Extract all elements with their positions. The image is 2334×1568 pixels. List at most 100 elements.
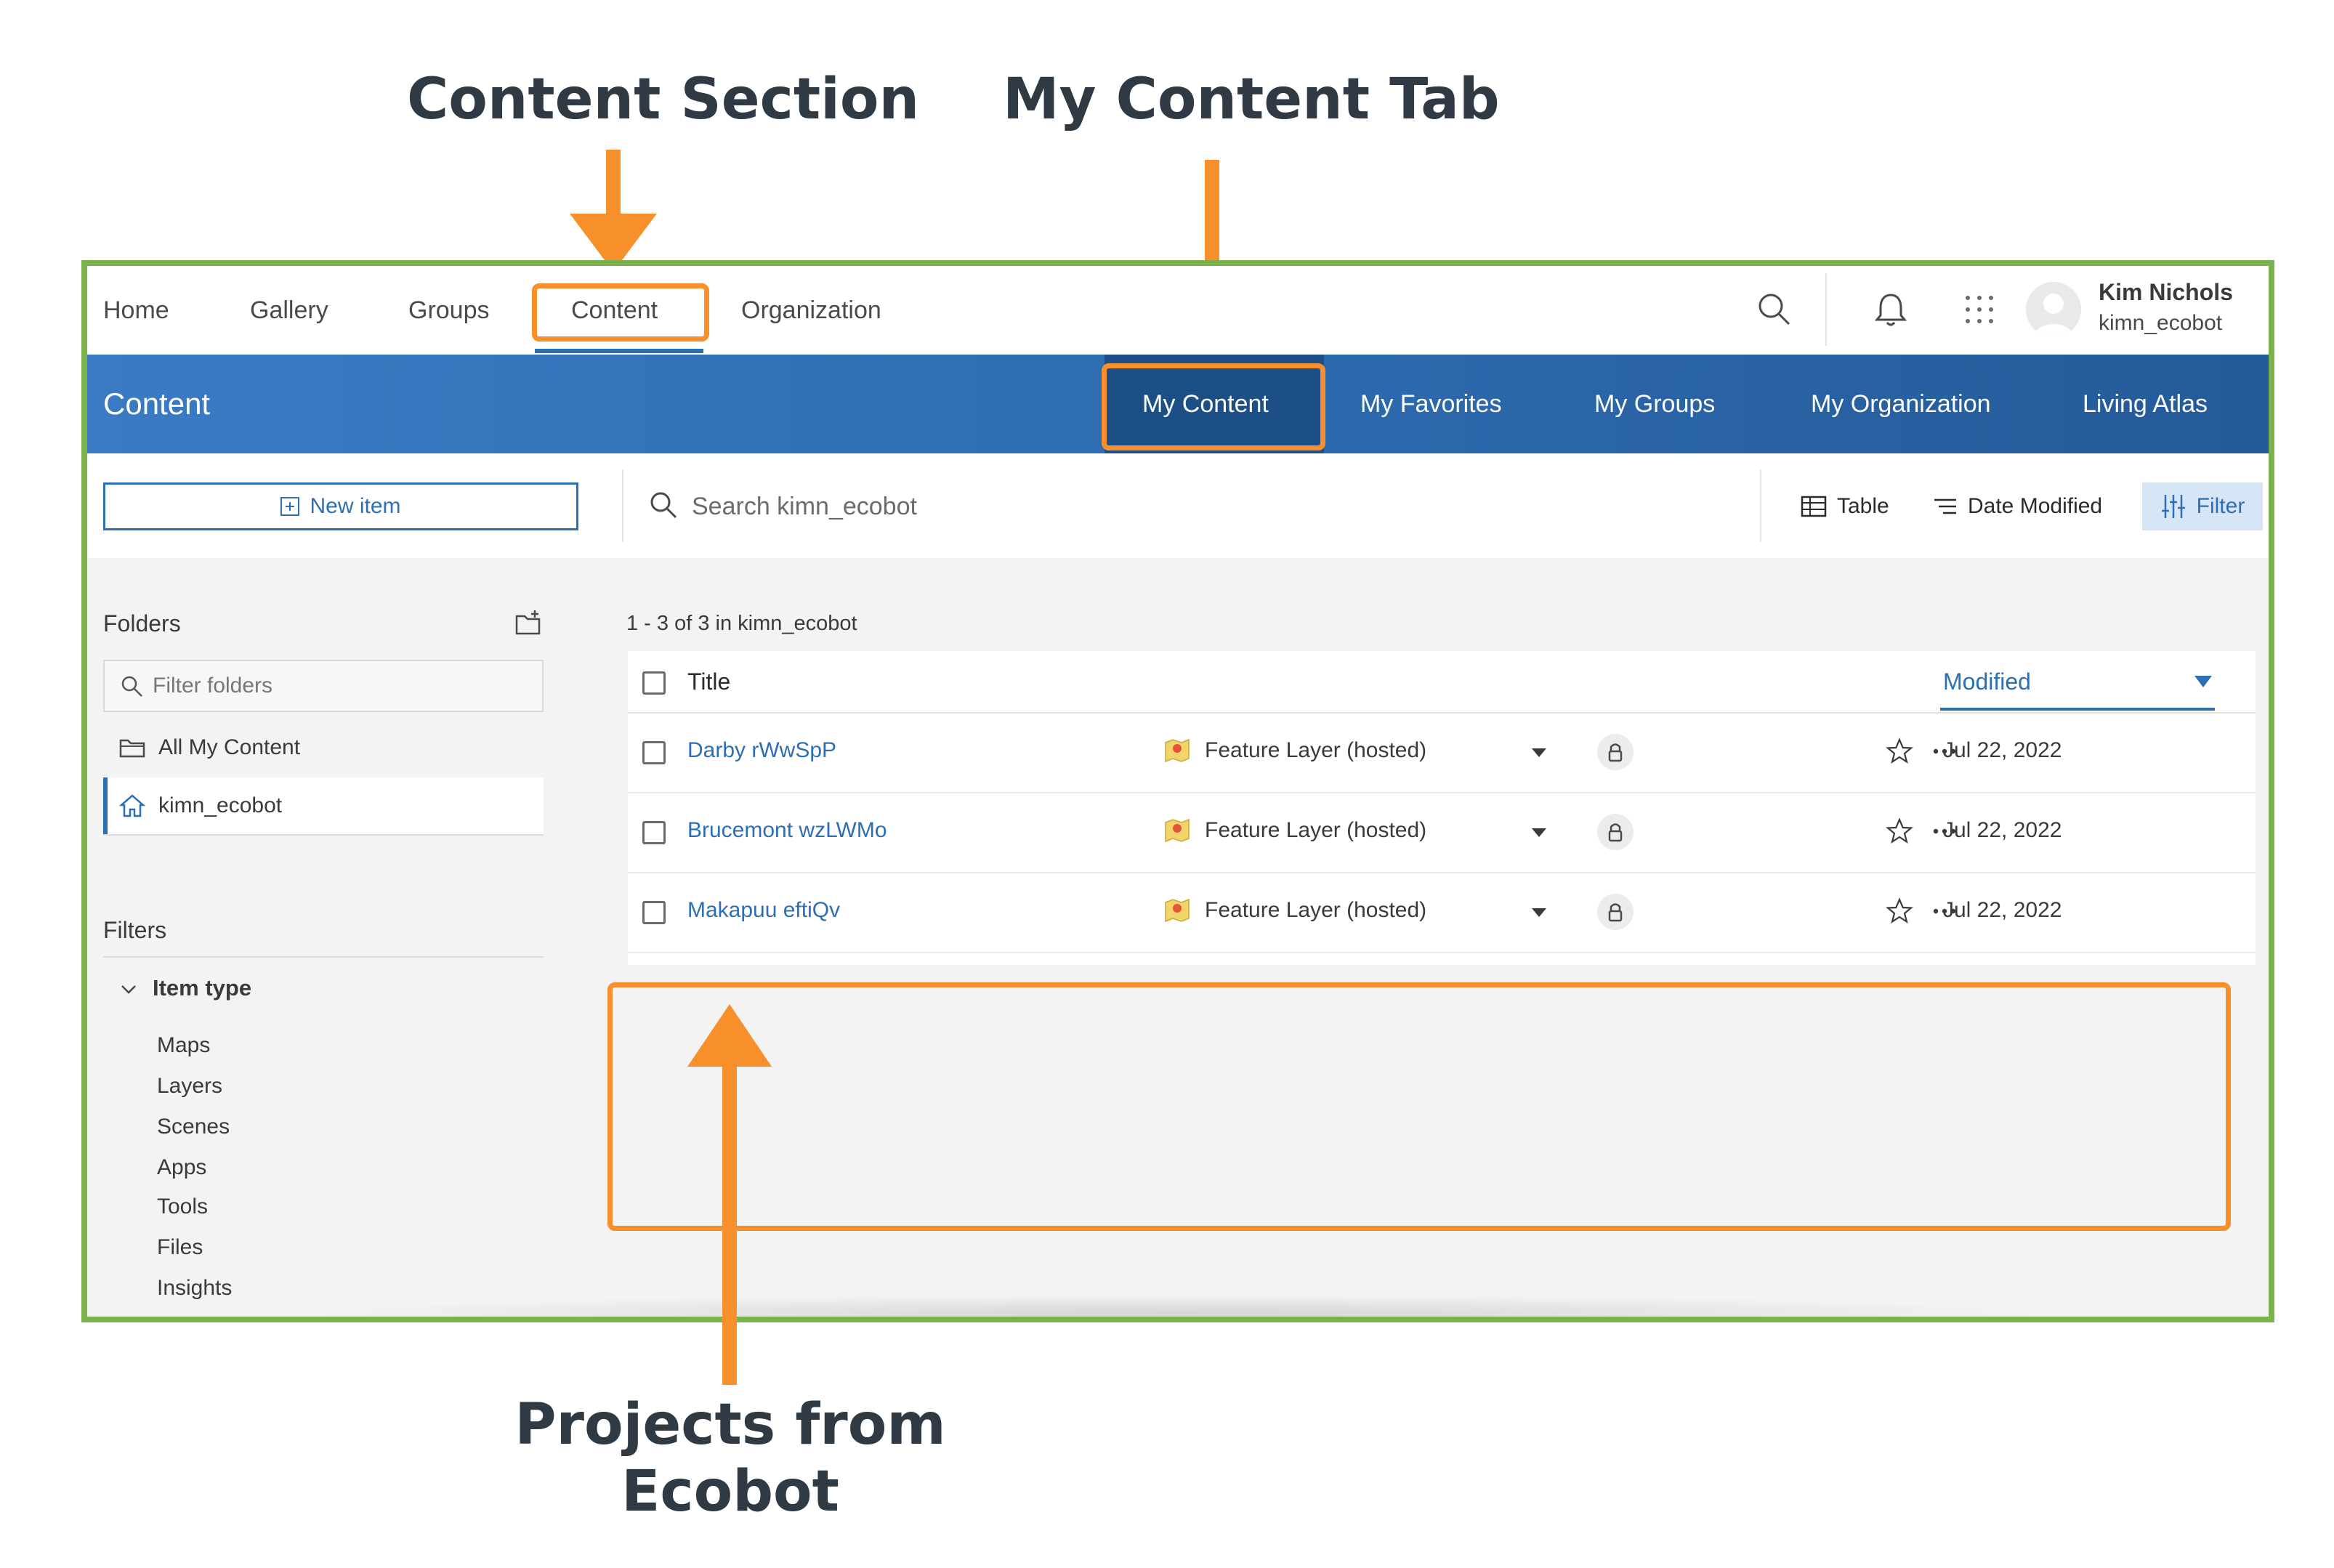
tab-living-atlas[interactable]: Living Atlas: [2083, 355, 2208, 453]
nav-groups[interactable]: Groups: [408, 266, 490, 355]
item-type-label: Feature Layer (hosted): [1205, 738, 1427, 762]
item-type-tools[interactable]: Tools: [157, 1195, 208, 1219]
annotation-my-content-tab: My Content Tab: [1003, 67, 1500, 132]
search-icon: [650, 492, 677, 519]
folder-icon: [119, 739, 145, 758]
search-icon[interactable]: [1753, 288, 1796, 331]
plus-icon: [280, 497, 300, 516]
home-folder-icon: [119, 794, 145, 817]
row-checkbox[interactable]: [642, 821, 666, 844]
annotation-projects-line1: Projects from: [514, 1392, 946, 1458]
table-header: Title Modified: [628, 651, 2256, 714]
notifications-bell-icon[interactable]: [1869, 288, 1913, 331]
add-folder-icon[interactable]: [514, 609, 544, 637]
search-icon: [121, 676, 142, 697]
toolbar-divider-left: [622, 469, 623, 542]
feature-layer-icon: [1165, 738, 1190, 763]
sort-button[interactable]: Date Modified: [1933, 482, 2102, 530]
item-type-dropdown-icon[interactable]: [1532, 828, 1546, 837]
sort-icon: [1934, 498, 1956, 514]
projects-rows-highlight: [607, 982, 2231, 1231]
top-navigation: Home Gallery Groups Content Organization: [87, 266, 2269, 355]
filters-divider: [103, 956, 544, 958]
feature-layer-icon: [1165, 898, 1190, 923]
folder-label: All My Content: [158, 735, 301, 759]
user-avatar-icon: [2033, 294, 2074, 337]
table-view-button[interactable]: Table: [1801, 482, 1889, 530]
filter-button[interactable]: Filter: [2142, 482, 2263, 530]
annotation-content-section: Content Section: [407, 67, 919, 132]
bottom-shadow: [305, 1295, 2051, 1317]
tab-my-favorites[interactable]: My Favorites: [1360, 355, 1502, 453]
item-type-insights[interactable]: Insights: [157, 1276, 232, 1301]
private-lock-icon: [1597, 814, 1634, 850]
star-favorite-icon[interactable]: [1885, 737, 1914, 766]
tab-my-organization[interactable]: My Organization: [1811, 355, 1991, 453]
row-checkbox[interactable]: [642, 741, 666, 764]
content-nav-highlight: [532, 283, 709, 342]
table-row[interactable]: Makapuu eftiQv Feature Layer (hosted) Ju…: [628, 872, 2256, 953]
item-modified-date: Jul 22, 2022: [1943, 738, 2062, 762]
star-favorite-icon[interactable]: [1885, 897, 1914, 926]
item-modified-date: Jul 22, 2022: [1943, 898, 2062, 922]
item-title-link[interactable]: Darby rWwSpP: [687, 738, 836, 763]
item-title-link[interactable]: Brucemont wzLWMo: [687, 818, 887, 843]
row-checkbox[interactable]: [642, 901, 666, 924]
column-modified[interactable]: Modified: [1943, 668, 2031, 695]
active-nav-underline: [535, 349, 703, 353]
item-type-layers[interactable]: Layers: [157, 1074, 222, 1099]
table-row[interactable]: Darby rWwSpP Feature Layer (hosted) Jul …: [628, 712, 2256, 793]
app-launcher-icon[interactable]: [1958, 288, 2001, 331]
content-toolbar: New item Table Date Modified: [87, 453, 2269, 559]
content-body: Folders Filter folders All My Content ki…: [87, 558, 2269, 1317]
user-avatar[interactable]: [2026, 282, 2081, 337]
table-icon: [1801, 496, 1827, 517]
private-lock-icon: [1597, 734, 1634, 770]
user-name[interactable]: Kim Nichols: [2099, 279, 2233, 306]
item-type-label: Feature Layer (hosted): [1205, 818, 1427, 842]
item-modified-date: Jul 22, 2022: [1943, 818, 2062, 842]
new-item-label: New item: [310, 494, 401, 518]
sort-label: Date Modified: [1968, 494, 2103, 518]
nav-organization[interactable]: Organization: [741, 266, 881, 355]
result-count: 1 - 3 of 3 in kimn_ecobot: [626, 612, 857, 635]
nav-gallery[interactable]: Gallery: [250, 266, 328, 355]
nav-home[interactable]: Home: [103, 266, 169, 355]
item-type-heading[interactable]: Item type: [153, 975, 251, 1001]
select-all-checkbox[interactable]: [642, 671, 666, 695]
arrow-head-projects: [687, 1004, 772, 1067]
content-search-input[interactable]: [690, 475, 1812, 538]
filter-label: Filter: [2196, 494, 2245, 518]
folder-all-my-content[interactable]: All My Content: [103, 719, 544, 776]
chevron-down-icon[interactable]: [119, 982, 138, 997]
item-type-maps[interactable]: Maps: [157, 1033, 210, 1058]
item-type-label: Feature Layer (hosted): [1205, 898, 1427, 922]
arrow-to-projects: [722, 1065, 737, 1385]
folders-heading: Folders: [103, 610, 181, 637]
item-type-scenes[interactable]: Scenes: [157, 1115, 230, 1139]
nav-divider: [1825, 273, 1827, 346]
folder-label: kimn_ecobot: [158, 793, 283, 817]
arcgis-content-window: Home Gallery Groups Content Organization: [81, 260, 2274, 1322]
filter-folders-input[interactable]: Filter folders: [103, 660, 544, 712]
filter-sliders-icon: [2161, 495, 2185, 518]
sort-descending-icon[interactable]: [2194, 676, 2212, 687]
new-item-button[interactable]: New item: [103, 482, 578, 530]
tab-my-groups[interactable]: My Groups: [1594, 355, 1715, 453]
item-type-dropdown-icon[interactable]: [1532, 748, 1546, 757]
folder-kimn-ecobot[interactable]: kimn_ecobot: [103, 777, 544, 834]
item-type-files[interactable]: Files: [157, 1235, 203, 1260]
star-favorite-icon[interactable]: [1885, 817, 1914, 846]
modified-sort-underline: [1940, 708, 2215, 711]
filters-heading: Filters: [103, 917, 167, 943]
item-type-dropdown-icon[interactable]: [1532, 908, 1546, 917]
column-title[interactable]: Title: [687, 668, 730, 695]
arrow-to-my-content-tab: [1205, 160, 1219, 273]
item-title-link[interactable]: Makapuu eftiQv: [687, 898, 840, 923]
item-type-apps[interactable]: Apps: [157, 1155, 206, 1180]
table-row[interactable]: Brucemont wzLWMo Feature Layer (hosted): [628, 792, 2256, 873]
my-content-tab-highlight: [1102, 363, 1325, 450]
annotation-projects-line2: Ecobot: [621, 1459, 839, 1524]
filter-folders-placeholder: Filter folders: [153, 674, 273, 698]
content-header-bar: Content My Content My Favorites My Group…: [87, 355, 2269, 453]
